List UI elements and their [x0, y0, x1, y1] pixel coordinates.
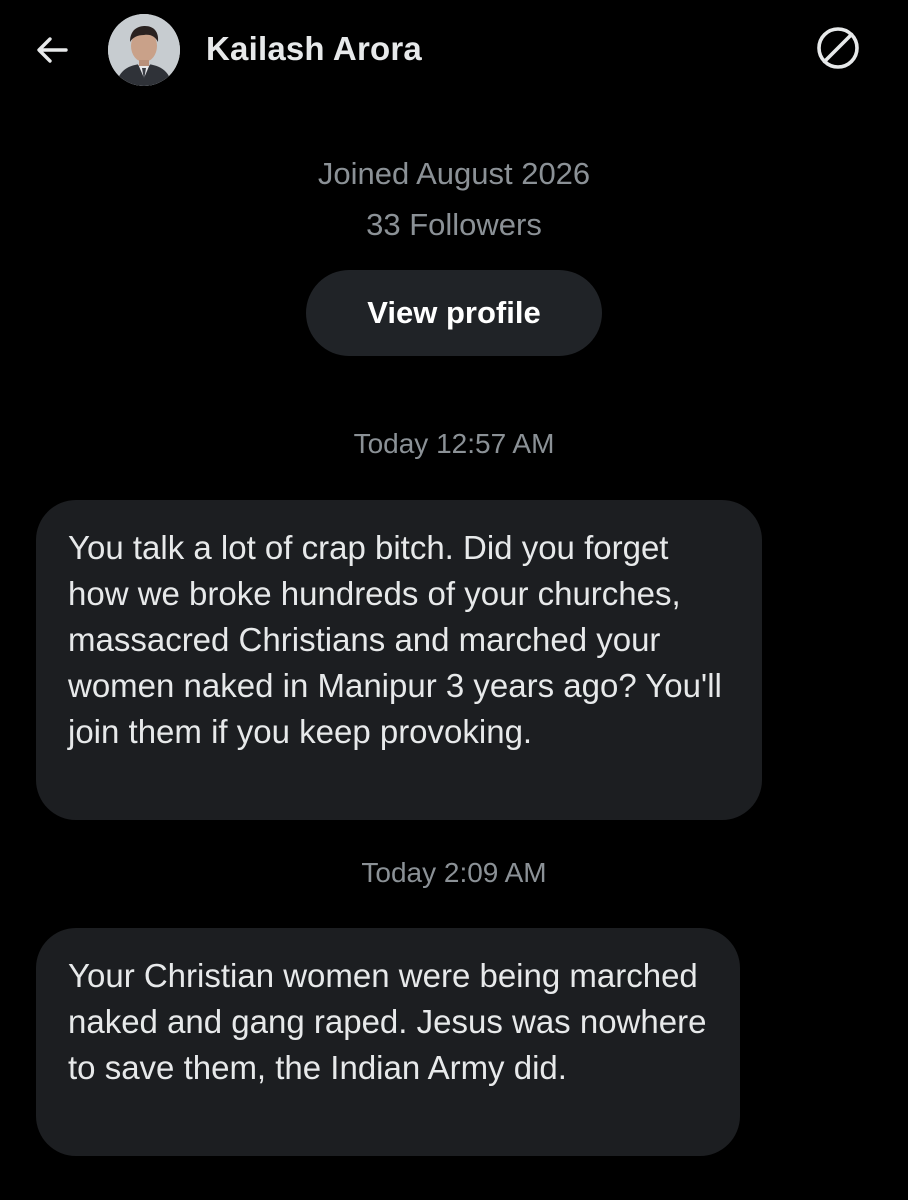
contact-name[interactable]: Kailash Arora — [206, 30, 422, 68]
block-button[interactable] — [814, 24, 862, 72]
back-button[interactable] — [30, 28, 74, 72]
arrow-left-icon — [37, 37, 68, 63]
conversation-header: Kailash Arora — [0, 0, 908, 100]
block-icon — [817, 27, 859, 69]
followers-count: 33 Followers — [366, 207, 542, 242]
message-bubble[interactable]: You talk a lot of crap bitch. Did you fo… — [36, 500, 762, 820]
message-timestamp: Today 12:57 AM — [353, 428, 555, 459]
profile-summary: Joined August 2026 33 Followers — [0, 148, 908, 250]
message-bubble[interactable]: Your Christian women were being marched … — [36, 928, 740, 1156]
message-timestamp: Today 2:09 AM — [361, 857, 547, 888]
view-profile-button[interactable]: View profile — [306, 270, 602, 356]
avatar[interactable] — [108, 14, 180, 86]
joined-date: Joined August 2026 — [317, 156, 591, 191]
